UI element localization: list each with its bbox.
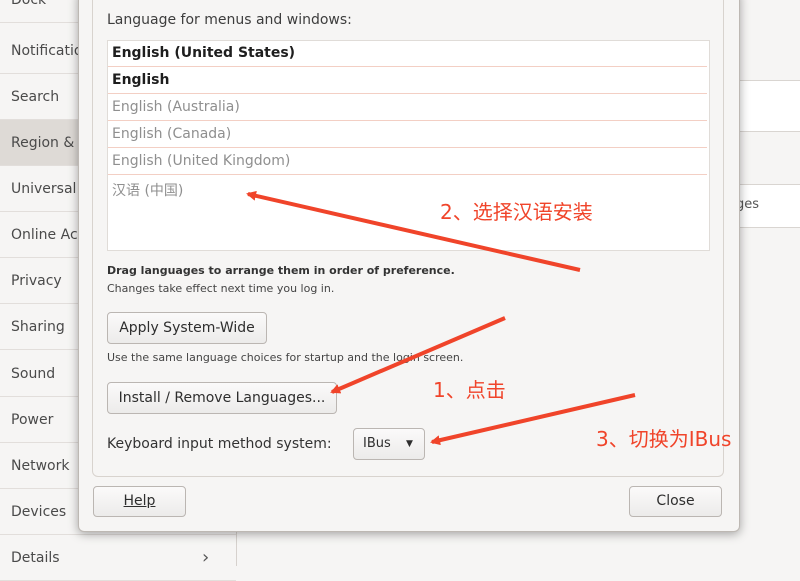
annotation-step1: 1、点击	[433, 378, 506, 402]
annotation-step3: 3、切换为IBus	[596, 427, 732, 451]
annotation-arrows	[246, 190, 636, 446]
annotation-step2: 2、选择汉语安装	[440, 200, 593, 224]
